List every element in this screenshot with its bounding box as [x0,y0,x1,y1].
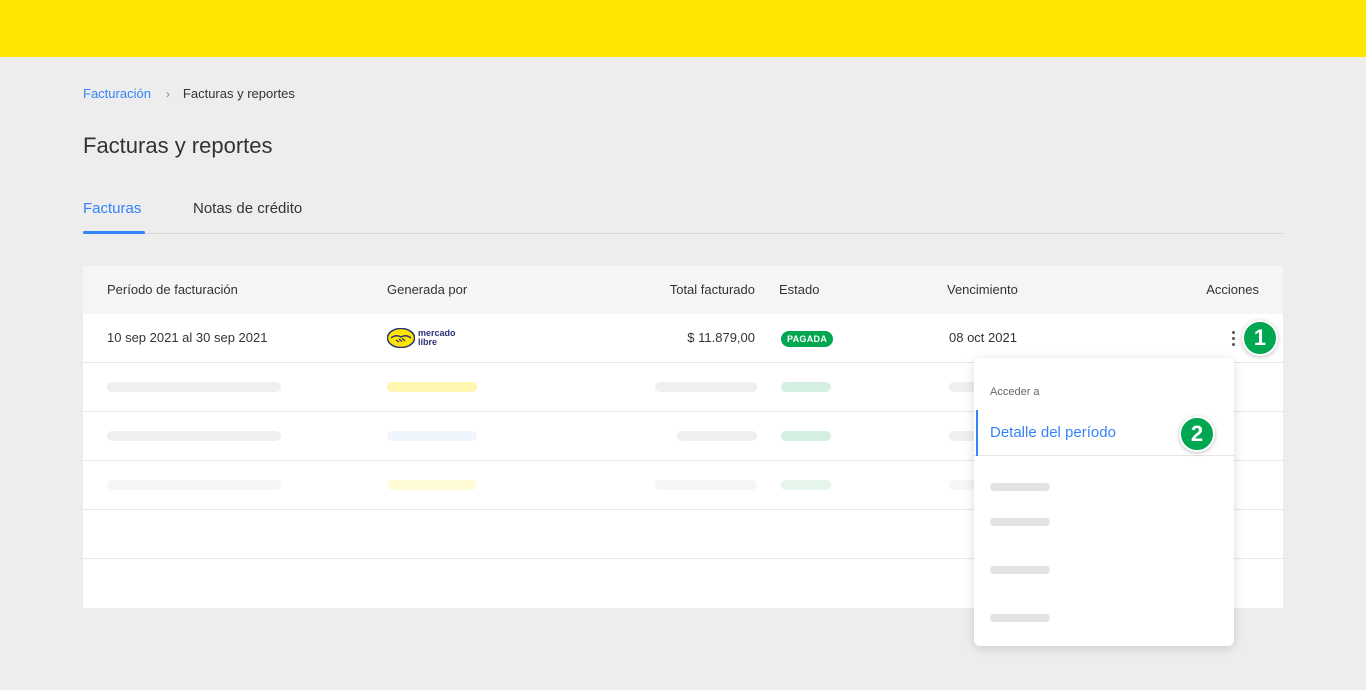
menu-item-label: Detalle del período [990,424,1116,441]
period-cell: 10 sep 2021 al 30 sep 2021 [107,330,268,345]
menu-item-placeholder [990,566,1050,574]
table-row[interactable]: 10 sep 2021 al 30 sep 2021 mercado libre… [83,314,1283,363]
active-item-indicator [976,410,978,456]
column-header-total: Total facturado [669,282,755,297]
menu-item-placeholder [990,483,1050,491]
chevron-right-icon: › [165,86,170,101]
kebab-menu-icon[interactable] [1223,326,1243,350]
logo-text-line-2: libre [418,337,438,347]
column-header-period: Período de facturación [107,282,238,297]
skeleton-placeholder [107,480,281,490]
skeleton-placeholder [781,480,831,490]
page-title: Facturas y reportes [83,133,273,158]
menu-item-placeholder [990,614,1050,622]
skeleton-placeholder [655,480,757,490]
skeleton-placeholder [781,431,831,441]
table-header: Período de facturación Generada por Tota… [83,266,1283,314]
menu-header: Acceder a [990,386,1040,398]
mercado-libre-handshake-logo: mercado libre [387,328,456,348]
step-marker-1: 1 [1242,320,1278,356]
column-header-generated-by: Generada por [387,282,468,297]
breadcrumb-current: Facturas y reportes [182,86,295,101]
breadcrumb-link-facturacion[interactable]: Facturación [83,86,151,101]
column-header-status: Estado [779,282,820,297]
skeleton-placeholder [387,382,477,392]
column-header-actions: Acciones [1206,282,1259,297]
tab-notas-de-credito[interactable]: Notas de crédito [193,200,302,217]
handshake-logo-icon [387,328,415,348]
tab-facturas[interactable]: Facturas [83,200,141,217]
step-marker-2: 2 [1179,416,1215,452]
skeleton-placeholder [677,431,757,441]
due-date-cell: 08 oct 2021 [949,330,1017,345]
skeleton-placeholder [387,480,477,490]
active-tab-indicator [83,231,145,234]
tabs-bar: Facturas Notas de crédito [83,190,1283,234]
skeleton-placeholder [655,382,757,392]
total-cell: $ 11.879,00 [687,330,755,345]
actions-dropdown-menu: Acceder a Detalle del período [974,358,1234,646]
menu-item-placeholder [990,518,1050,526]
skeleton-placeholder [107,382,281,392]
top-header-bar [0,0,1366,57]
skeleton-placeholder [781,382,831,392]
status-badge: PAGADA [781,331,834,347]
column-header-due-date: Vencimiento [947,282,1018,297]
logo-wordmark: mercado libre [418,329,456,347]
skeleton-placeholder [107,431,281,441]
skeleton-placeholder [387,431,477,441]
breadcrumb: Facturación › Facturas y reportes [83,86,295,101]
